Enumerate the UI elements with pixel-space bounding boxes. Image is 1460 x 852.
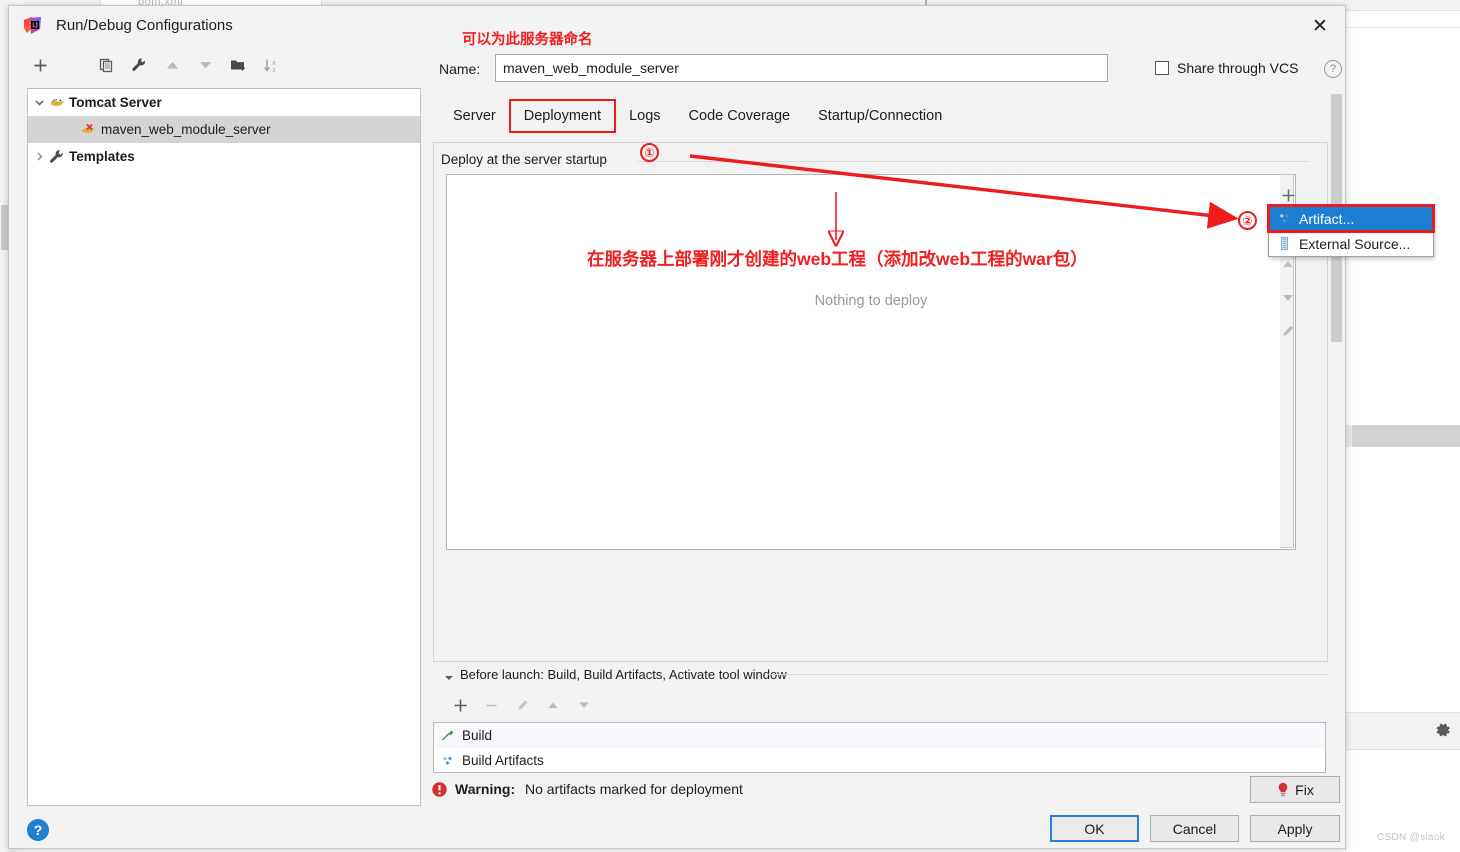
new-folder-icon[interactable]	[225, 51, 251, 79]
move-up-icon	[538, 691, 568, 719]
tab-server[interactable]: Server	[439, 100, 510, 132]
remove-icon[interactable]	[27, 51, 53, 79]
cancel-button[interactable]: Cancel	[1150, 815, 1239, 842]
move-down-icon	[1271, 280, 1305, 314]
lightbulb-icon	[1276, 782, 1290, 797]
fix-button[interactable]: Fix	[1250, 776, 1340, 803]
run-debug-configurations-dialog: IJ Run/Debug Configurations ✕ az Tomcat …	[8, 5, 1346, 849]
deployment-list[interactable]: Nothing to deploy	[446, 174, 1296, 550]
warning-message: No artifacts marked for deployment	[525, 781, 743, 797]
svg-text:z: z	[273, 67, 276, 73]
before-launch-title: Before launch: Build, Build Artifacts, A…	[460, 667, 787, 682]
chevron-down-icon[interactable]	[443, 672, 455, 684]
menu-item-label: External Source...	[1299, 235, 1411, 252]
list-item[interactable]: Build	[434, 723, 1325, 748]
list-item[interactable]: Build Artifacts	[434, 748, 1325, 773]
legend-separator	[637, 161, 1309, 162]
configurations-tree: Tomcat Server maven_web_module_server Te…	[27, 88, 421, 806]
gear-icon[interactable]	[1434, 721, 1452, 739]
copy-icon[interactable]	[93, 51, 119, 79]
right-panel-selected-row[interactable]	[1352, 425, 1460, 447]
tab-deployment[interactable]: Deployment	[508, 99, 617, 133]
dialog-title: Run/Debug Configurations	[56, 17, 233, 34]
artifact-icon	[1277, 211, 1292, 226]
share-through-vcs-label: Share through VCS	[1177, 60, 1299, 76]
move-down-icon	[569, 691, 599, 719]
tree-item-tomcat-server[interactable]: Tomcat Server	[28, 89, 420, 116]
add-icon[interactable]	[445, 691, 475, 719]
tab-startup-connection[interactable]: Startup/Connection	[804, 100, 956, 132]
share-through-vcs-checkbox[interactable]	[1155, 61, 1169, 75]
menu-item-external-source[interactable]: External Source...	[1269, 231, 1433, 256]
build-hammer-icon	[440, 728, 455, 743]
warning-prefix: Warning:	[455, 781, 516, 797]
configurations-toolbar: az	[27, 51, 317, 83]
empty-state-text: Nothing to deploy	[814, 293, 928, 309]
svg-text:IJ: IJ	[32, 23, 37, 30]
tomcat-error-icon	[80, 121, 97, 138]
before-launch-separator	[767, 674, 1327, 675]
configuration-tabs: Server Deployment Logs Code Coverage Sta…	[439, 98, 956, 134]
configuration-editor: Name: Share through VCS ? Server Deploym…	[427, 46, 1342, 773]
list-item-label: Build	[462, 728, 493, 743]
list-item-label: Build Artifacts	[462, 753, 544, 768]
svg-text:a: a	[272, 60, 276, 66]
add-deployment-menu: Artifact... External Source...	[1267, 204, 1435, 257]
apply-button[interactable]: Apply	[1250, 815, 1340, 842]
dialog-titlebar: IJ Run/Debug Configurations ✕	[9, 6, 1345, 44]
help-icon[interactable]: ?	[27, 819, 49, 841]
menu-item-label: Artifact...	[1299, 210, 1355, 227]
error-exclamation-icon	[431, 781, 448, 798]
tab-code-coverage[interactable]: Code Coverage	[675, 100, 805, 132]
tree-item-templates[interactable]: Templates	[28, 143, 420, 170]
tree-item-label: maven_web_module_server	[101, 122, 271, 137]
deploy-at-startup-label: Deploy at the server startup	[441, 152, 613, 167]
close-icon[interactable]: ✕	[1301, 12, 1339, 40]
name-label: Name:	[439, 61, 481, 77]
external-source-icon	[1277, 236, 1292, 251]
sort-alphabetically-icon[interactable]: az	[258, 51, 284, 79]
tree-item-label: Tomcat Server	[69, 95, 162, 110]
chevron-down-icon[interactable]	[33, 96, 46, 109]
tree-item-maven-web-module-server[interactable]: maven_web_module_server	[28, 116, 420, 143]
edit-pencil-icon	[1271, 314, 1305, 348]
wrench-icon[interactable]	[126, 51, 152, 79]
name-input[interactable]	[495, 54, 1108, 82]
move-down-icon	[192, 51, 218, 79]
help-icon[interactable]: ?	[1324, 60, 1342, 78]
ok-button[interactable]: OK	[1050, 815, 1139, 842]
artifact-icon	[440, 753, 455, 768]
intellij-idea-icon: IJ	[23, 16, 42, 35]
tree-item-label: Templates	[69, 149, 135, 164]
menu-item-artifact[interactable]: Artifact...	[1267, 204, 1435, 233]
wrench-icon	[48, 148, 65, 165]
right-panel-divider	[1345, 27, 1460, 28]
watermark: CSDN @siaok	[1377, 832, 1445, 843]
move-up-icon	[159, 51, 185, 79]
before-launch-list[interactable]: Build Build Artifacts	[433, 722, 1326, 773]
remove-icon	[476, 691, 506, 719]
tomcat-icon	[48, 94, 65, 111]
chevron-right-icon[interactable]	[33, 150, 46, 163]
edit-pencil-icon	[507, 691, 537, 719]
tab-logs[interactable]: Logs	[615, 100, 674, 132]
fix-button-label: Fix	[1295, 781, 1314, 798]
